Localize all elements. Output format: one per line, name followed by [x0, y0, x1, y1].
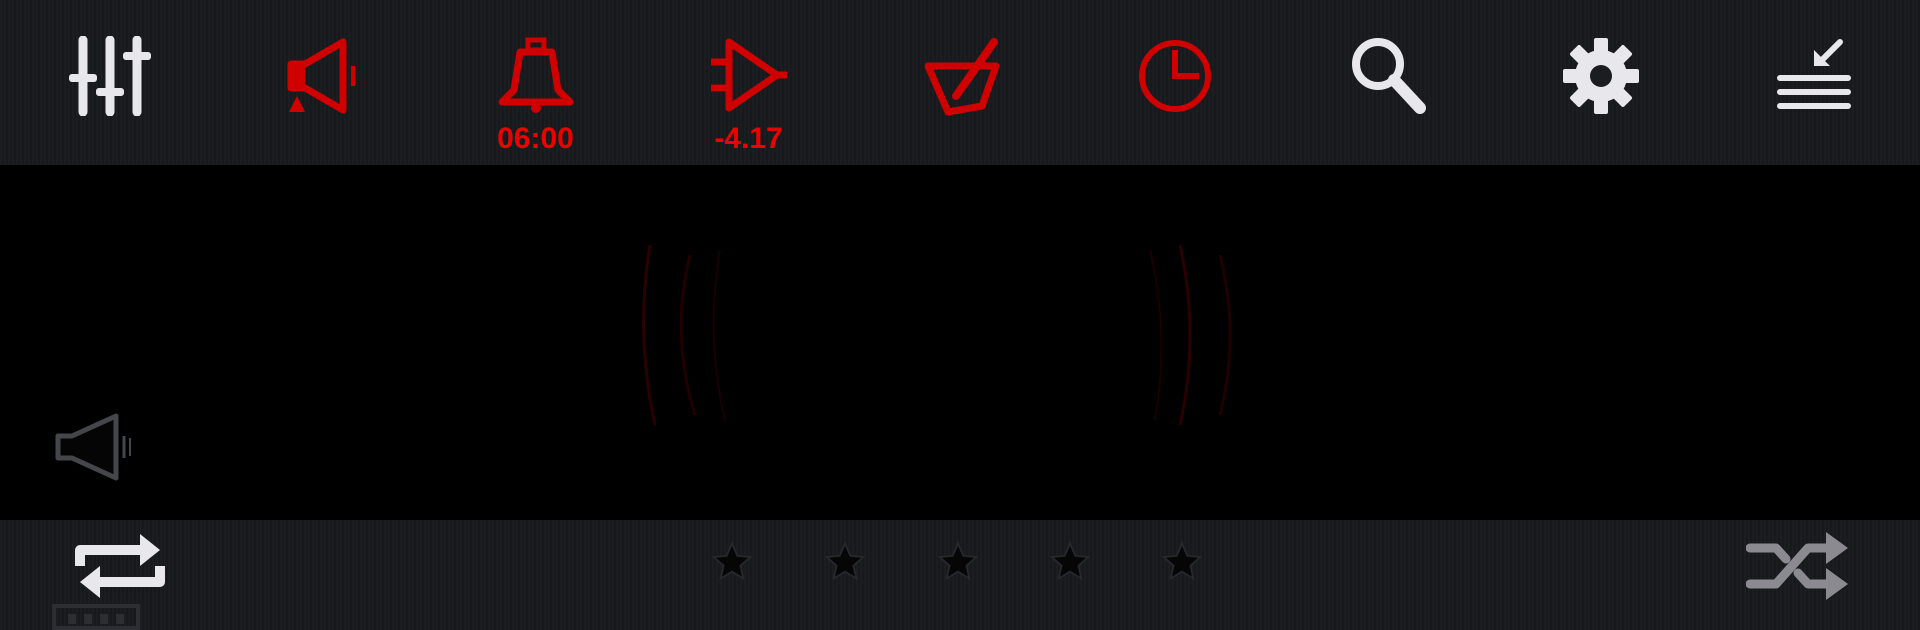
clock-icon [1138, 40, 1211, 112]
gain-button[interactable]: -4.17 [642, 0, 855, 165]
gear-icon [1562, 38, 1639, 114]
settings-button[interactable] [1494, 0, 1707, 165]
star-icon[interactable] [1160, 540, 1204, 584]
rating-stars [700, 540, 1220, 590]
visualizer-waves [642, 244, 1232, 426]
gain-value: -4.17 [714, 122, 783, 155]
queue-button[interactable] [1707, 0, 1920, 165]
mortar-pestle-icon [924, 38, 999, 116]
star-icon[interactable] [1048, 540, 1092, 584]
mute-button[interactable] [52, 412, 134, 487]
alarm-time: 06:00 [497, 122, 574, 155]
visualizer-area [0, 165, 1920, 520]
equalizer-icon [68, 36, 151, 116]
alarm-button[interactable]: 06:00 [429, 0, 642, 165]
repeat-icon [75, 534, 165, 598]
search-button[interactable] [1281, 0, 1494, 165]
shuffle-button[interactable] [1745, 526, 1852, 611]
speaker-red-icon [287, 38, 355, 114]
theme-button[interactable] [855, 0, 1068, 165]
sleep-timer-button[interactable] [1068, 0, 1281, 165]
repeat-mode-indicator [50, 604, 142, 630]
bell-icon [498, 37, 573, 113]
star-icon[interactable] [936, 540, 980, 584]
queue-list-icon [1776, 39, 1851, 109]
volume-button[interactable] [216, 0, 429, 165]
speaker-outline-icon [55, 413, 131, 481]
search-icon [1351, 38, 1426, 114]
star-icon[interactable] [823, 540, 867, 584]
star-icon[interactable] [710, 540, 754, 584]
shuffle-icon [1745, 532, 1848, 600]
equalizer-button[interactable] [3, 0, 216, 165]
amplifier-icon [710, 38, 787, 112]
repeat-button[interactable] [70, 526, 170, 611]
